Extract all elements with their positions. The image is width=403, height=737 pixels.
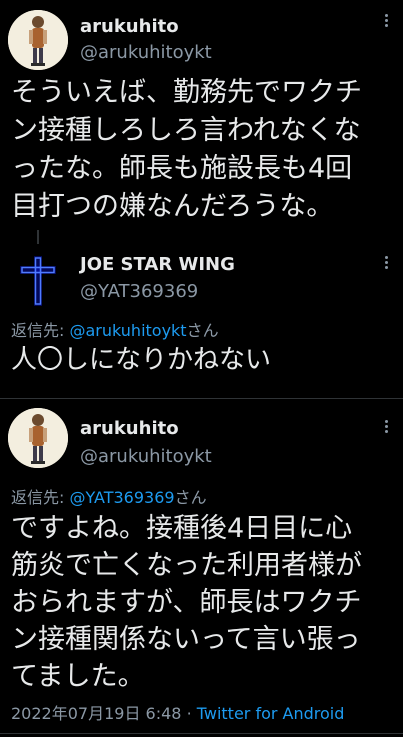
author-name[interactable]: JOE STAR WING [80,254,235,275]
tweet-3[interactable]: arukuhito @arukuhitoykt 返信先: @YAT369369さ… [0,400,403,737]
author-name[interactable]: arukuhito [80,16,179,37]
tweet-text-line: てました。 [11,661,145,692]
tweet-text-line: ですよね。接種後4日目に心 [11,513,353,544]
tweet-text: ですよね。接種後4日目に心 筋炎で亡くなった利用者様が おられますが、師長はワク… [11,510,362,695]
more-options-icon[interactable] [385,14,389,30]
thread-connector [37,230,39,244]
tweet-text-line: ン接種関係ないって言い張っ [11,624,361,655]
divider [0,733,403,734]
tweet-text: 人〇しになりかねない [11,342,271,378]
reply-context: 返信先: @YAT369369さん [11,484,207,508]
author-handle[interactable]: @arukuhitoykt [80,42,212,63]
author-handle[interactable]: @arukuhitoykt [80,446,212,467]
reply-suffix: さん [186,321,219,340]
tweet-text-line: 筋炎で亡くなった利用者様が [11,550,362,581]
timestamp[interactable]: 2022年07月19日 6:48 [11,704,181,723]
tweet-1[interactable]: arukuhito @arukuhitoykt そういえば、勤務先でワクチ ン接… [0,0,403,228]
tweet-meta: 2022年07月19日 6:48 · Twitter for Android [11,700,344,724]
reply-mention[interactable]: @arukuhitoykt [69,321,186,340]
reply-prefix: 返信先: [11,321,70,340]
avatar-arukuhito[interactable] [8,408,68,468]
cross-avatar [8,250,68,310]
meta-separator: · [186,704,192,723]
reply-prefix: 返信先: [11,488,70,507]
author-name[interactable]: arukuhito [80,418,179,439]
tweet-2[interactable]: JOE STAR WING @YAT369369 返信先: @arukuhito… [0,244,403,394]
reply-suffix: さん [174,488,207,507]
reply-mention[interactable]: @YAT369369 [69,488,174,507]
avatar-arukuhito[interactable] [8,10,68,70]
avatar-joe-star-wing[interactable] [8,250,68,310]
reply-context: 返信先: @arukuhitoyktさん [11,317,219,341]
tweet-text-line: 人〇しになりかねない [11,345,272,375]
tweet-text-line: そういえば、勤務先でワクチ [11,77,362,108]
tweet-text-line: 目打つの嫌なんだろうな。 [11,191,334,222]
source-link[interactable]: Twitter for Android [197,704,345,723]
more-options-icon[interactable] [385,256,389,272]
tweet-text: そういえば、勤務先でワクチ ン接種しろしろ言われなくな ったな。師長も施設長も4… [11,74,362,226]
tweet-text-line: おられますが、師長はワクチ [11,587,362,618]
author-handle[interactable]: @YAT369369 [80,281,198,302]
divider [0,398,403,399]
more-options-icon[interactable] [385,420,389,436]
tweet-text-line: ン接種しろしろ言われなくな [11,115,361,146]
tweet-text-line: ったな。師長も施設長も4回 [11,153,353,184]
